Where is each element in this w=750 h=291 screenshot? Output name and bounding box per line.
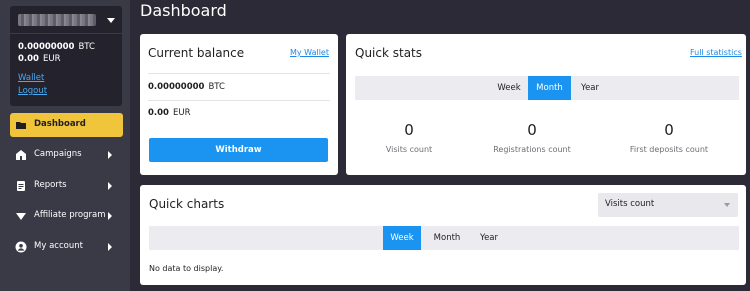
divider [148, 73, 330, 74]
quick-charts-period-tabs: Week Month Year [149, 226, 739, 250]
current-balance-card: Current balance My Wallet 0.00000000 BTC … [140, 34, 338, 175]
balance-currency: EUR [172, 108, 191, 118]
stat-label: First deposits count [629, 145, 709, 154]
sidebar-item-label: Affiliate program [34, 210, 106, 220]
quick-charts-card: Quick charts Visits count Week Month Yea… [140, 185, 746, 285]
chevron-right-icon [108, 151, 112, 159]
folder-icon [16, 122, 26, 129]
account-selector[interactable] [10, 6, 122, 34]
card-title: Quick stats [355, 46, 423, 60]
balance-row-btc: 0.00000000 BTC [148, 82, 225, 92]
sidebar-item-affiliate-program[interactable]: Affiliate program [10, 204, 123, 228]
sidebar-item-campaigns[interactable]: Campaigns [10, 143, 123, 167]
tab-week[interactable]: Week [383, 226, 421, 250]
tab-month[interactable]: Month [528, 76, 571, 100]
tab-week[interactable]: Week [490, 76, 528, 100]
withdraw-button[interactable]: Withdraw [149, 138, 328, 162]
full-statistics-link[interactable]: Full statistics [690, 48, 742, 57]
stat-value: 0 [527, 121, 537, 139]
sidebar-item-dashboard[interactable]: Dashboard [10, 113, 123, 137]
tab-year[interactable]: Year [571, 76, 609, 100]
balance-amount: 0.00000000 [148, 82, 205, 92]
sidebar-item-my-account[interactable]: My account [10, 235, 123, 259]
sidebar-item-label: My account [34, 241, 83, 251]
account-box: 0.00000000 BTC 0.00 EUR Wallet Logout [10, 6, 122, 106]
tab-year[interactable]: Year [472, 226, 506, 250]
sidebar-item-label: Campaigns [34, 149, 82, 159]
balance-currency: EUR [42, 54, 61, 64]
sidebar: 0.00000000 BTC 0.00 EUR Wallet Logout Dash… [0, 0, 130, 291]
balance-amount: 0.00 [18, 54, 39, 64]
page-title: Dashboard [140, 1, 227, 20]
quick-stats-period-tabs: Week Month Year [355, 76, 739, 100]
balance-currency: BTC [208, 82, 225, 92]
balance-amount: 0.00000000 [18, 42, 75, 52]
quick-stats-card: Quick stats Full statistics Week Month Y… [346, 34, 746, 175]
user-icon [15, 241, 27, 253]
chevron-right-icon [108, 182, 112, 190]
chart-metric-select[interactable]: Visits count [598, 193, 738, 217]
home-icon [16, 150, 26, 160]
wallet-link[interactable]: Wallet [18, 73, 44, 83]
caret-down-icon [724, 203, 730, 207]
card-title: Current balance [148, 46, 245, 60]
stat-value: 0 [664, 121, 674, 139]
balance-row-eur: 0.00 EUR [148, 108, 190, 118]
sidebar-item-label: Dashboard [34, 119, 86, 129]
sidebar-item-reports[interactable]: Reports [10, 174, 123, 198]
account-name-blurred [18, 14, 96, 26]
report-icon [17, 181, 25, 191]
affiliate-icon [16, 213, 26, 220]
balance-currency: BTC [78, 42, 95, 52]
stat-label: Registrations count [493, 145, 571, 154]
my-wallet-link[interactable]: My Wallet [290, 48, 329, 57]
account-balance-eur: 0.00 EUR [18, 54, 60, 64]
sidebar-item-label: Reports [34, 180, 67, 190]
select-value: Visits count [605, 199, 655, 209]
stat-registrations: 0 Registrations count [457, 121, 607, 154]
empty-state-text: No data to display. [149, 264, 224, 273]
chevron-right-icon [108, 212, 112, 220]
logout-link[interactable]: Logout [18, 86, 47, 96]
caret-down-icon [107, 18, 115, 23]
balance-amount: 0.00 [148, 108, 169, 118]
account-balance-btc: 0.00000000 BTC [18, 42, 95, 52]
chevron-right-icon [108, 243, 112, 251]
card-title: Quick charts [149, 197, 225, 211]
divider [148, 100, 330, 101]
tab-month[interactable]: Month [427, 226, 467, 250]
stat-first-deposits: 0 First deposits count [594, 121, 744, 154]
